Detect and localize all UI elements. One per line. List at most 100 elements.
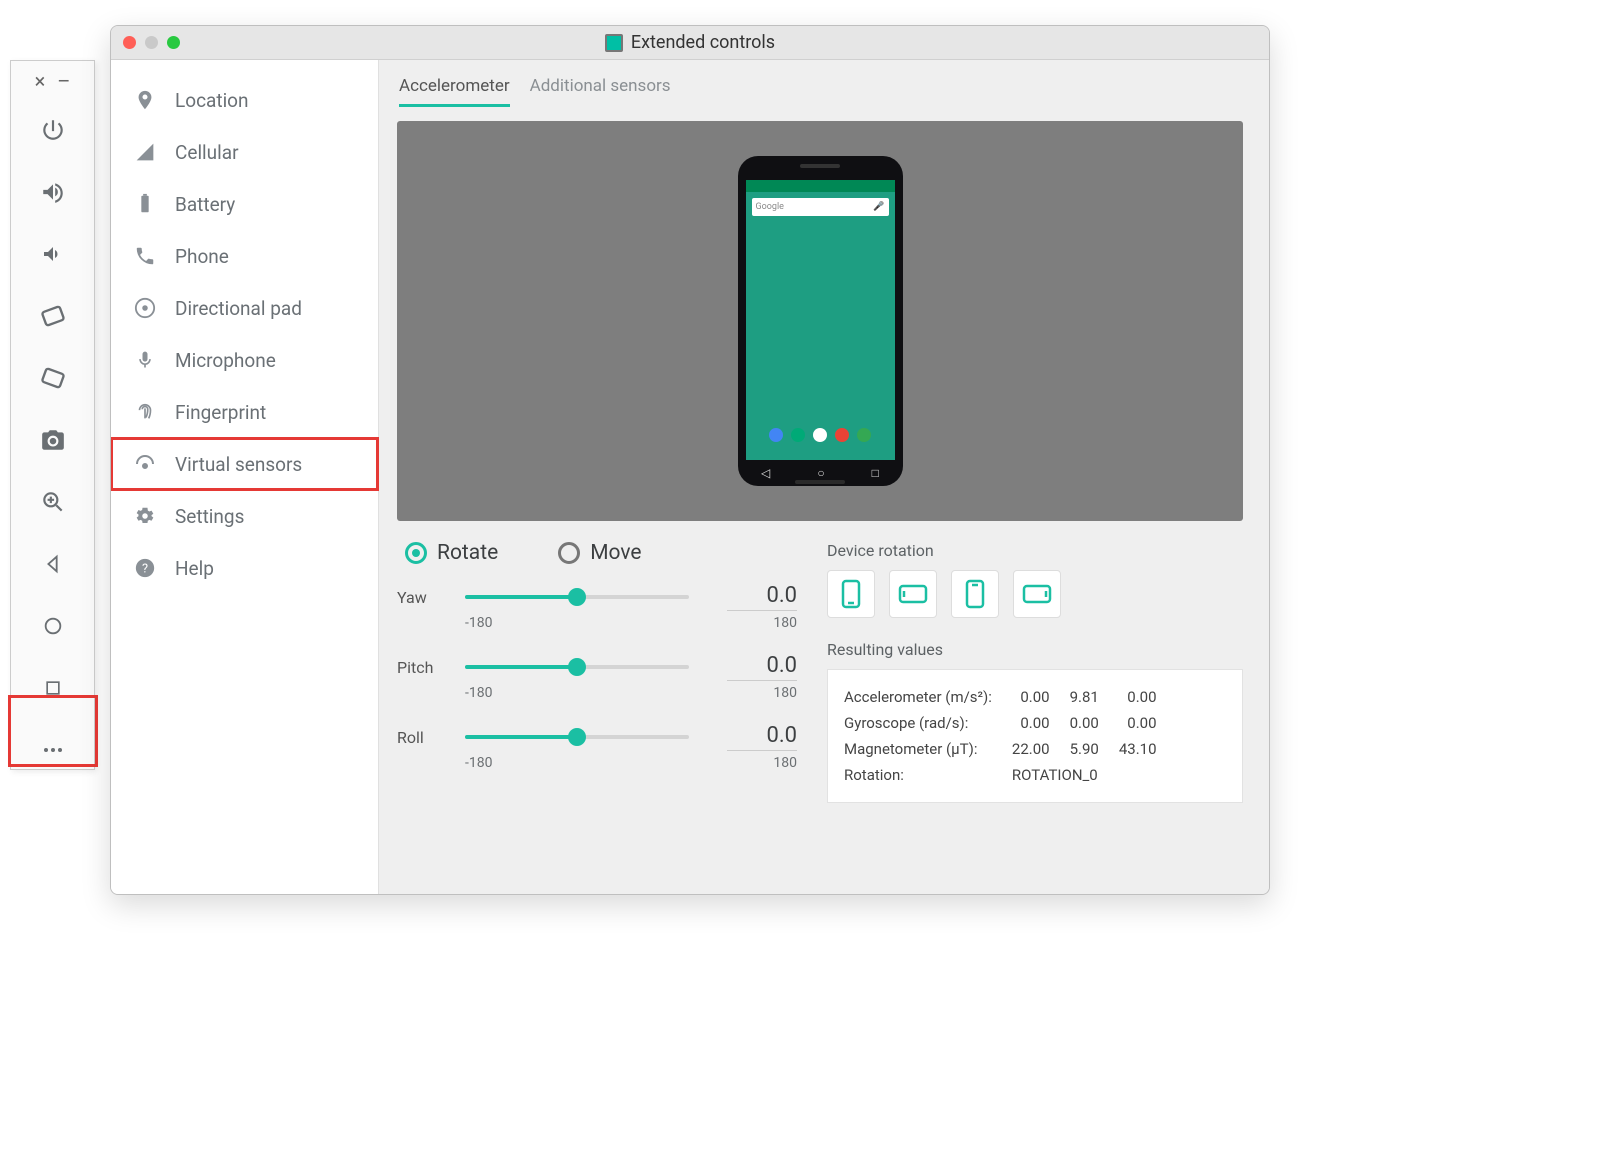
result-value: 0.00 <box>1060 710 1109 736</box>
sensors-icon <box>133 452 157 476</box>
result-row-accel: Accelerometer (m/s²):0.009.810.00 <box>844 684 1167 710</box>
sidebar-item-phone[interactable]: Phone <box>111 230 378 282</box>
tab-additional-sensors[interactable]: Additional sensors <box>530 76 671 107</box>
sidebar-item-settings[interactable]: Settings <box>111 490 378 542</box>
result-label: Gyroscope (rad/s): <box>844 710 1002 736</box>
volume-up-icon[interactable] <box>38 177 68 207</box>
sidebar-item-location[interactable]: Location <box>111 74 378 126</box>
power-icon[interactable] <box>38 115 68 145</box>
slider-label: Roll <box>397 728 447 747</box>
sidebar-item-label: Battery <box>175 193 235 216</box>
slider-thumb[interactable] <box>568 588 586 606</box>
slider-track[interactable] <box>465 665 689 669</box>
orientation-portrait-button[interactable] <box>827 570 875 618</box>
result-row-gyro: Gyroscope (rad/s):0.000.000.00 <box>844 710 1167 736</box>
device-mockup[interactable]: Google🎤 ◁○□ <box>738 156 903 486</box>
slider-track[interactable] <box>465 595 689 599</box>
slider-label: Yaw <box>397 588 447 607</box>
phone-handset-icon <box>133 244 157 268</box>
slider-pitch: Pitch 0.0 -180 180 <box>397 653 797 701</box>
main-panel: Accelerometer Additional sensors Google🎤 <box>379 60 1269 894</box>
resulting-values-panel: Accelerometer (m/s²):0.009.810.00 Gyrosc… <box>827 669 1243 803</box>
result-value: 5.90 <box>1060 736 1109 762</box>
slider-track[interactable] <box>465 735 689 739</box>
sidebar-item-label: Phone <box>175 245 229 268</box>
result-value: 22.00 <box>1002 736 1060 762</box>
sidebar-item-microphone[interactable]: Microphone <box>111 334 378 386</box>
orientation-portrait-reverse-button[interactable] <box>951 570 999 618</box>
slider-value[interactable]: 0.0 <box>727 723 797 751</box>
result-label: Magnetometer (µT): <box>844 736 1002 762</box>
app-icon <box>605 34 623 52</box>
tab-accelerometer[interactable]: Accelerometer <box>399 76 510 107</box>
rotate-left-icon[interactable] <box>38 301 68 331</box>
slider-value[interactable]: 0.0 <box>727 653 797 681</box>
slider-max: 180 <box>773 755 797 771</box>
window-minimize-icon[interactable] <box>145 36 158 49</box>
sidebar-item-label: Directional pad <box>175 297 302 320</box>
sidebar-item-label: Virtual sensors <box>175 453 302 476</box>
slider-max: 180 <box>773 685 797 701</box>
slider-thumb[interactable] <box>568 728 586 746</box>
sidebar-item-label: Microphone <box>175 349 276 372</box>
orientation-landscape-right-button[interactable] <box>1013 570 1061 618</box>
radio-dot-icon <box>405 542 427 564</box>
sidebar-item-fingerprint[interactable]: Fingerprint <box>111 386 378 438</box>
slider-yaw: Yaw 0.0 -180180 <box>397 583 797 631</box>
slider-label: Pitch <box>397 658 447 677</box>
minimize-icon[interactable]: – <box>57 71 70 91</box>
phone-search-label: Google <box>756 202 784 212</box>
overview-icon[interactable] <box>38 673 68 703</box>
radio-label: Rotate <box>437 541 498 565</box>
more-icon[interactable] <box>38 735 68 765</box>
slider-min: -180 <box>465 755 492 771</box>
help-icon: ? <box>133 556 157 580</box>
slider-min: -180 <box>465 615 492 631</box>
emulator-toolbar: × – <box>10 60 95 770</box>
zoom-icon[interactable] <box>38 487 68 517</box>
device-preview-stage[interactable]: Google🎤 ◁○□ <box>397 121 1243 521</box>
sidebar-item-dpad[interactable]: Directional pad <box>111 282 378 334</box>
home-icon[interactable] <box>38 611 68 641</box>
volume-down-icon[interactable] <box>38 239 68 269</box>
result-row-rotation: Rotation:ROTATION_0 <box>844 762 1167 788</box>
result-value: 0.00 <box>1002 710 1060 736</box>
sidebar-item-label: Location <box>175 89 249 112</box>
sidebar-item-help[interactable]: ? Help <box>111 542 378 594</box>
sidebar-item-label: Cellular <box>175 141 239 164</box>
result-value: 0.00 <box>1109 684 1167 710</box>
extended-controls-window: Extended controls Location Cellular Batt… <box>110 25 1270 895</box>
radio-dot-icon <box>558 542 580 564</box>
window-close-icon[interactable] <box>123 36 136 49</box>
orientation-landscape-left-button[interactable] <box>889 570 937 618</box>
sidebar-item-label: Help <box>175 557 214 580</box>
radio-label: Move <box>590 541 641 565</box>
mic-icon <box>133 348 157 372</box>
result-label: Accelerometer (m/s²): <box>844 684 1002 710</box>
svg-text:?: ? <box>142 562 148 577</box>
resulting-values-heading: Resulting values <box>827 640 1243 659</box>
location-icon <box>133 88 157 112</box>
sidebar-item-cellular[interactable]: Cellular <box>111 126 378 178</box>
radio-move[interactable]: Move <box>558 541 641 565</box>
rotate-right-icon[interactable] <box>38 363 68 393</box>
result-value: 0.00 <box>1109 710 1167 736</box>
sidebar-item-virtual-sensors[interactable]: Virtual sensors <box>111 438 378 490</box>
slider-value[interactable]: 0.0 <box>727 583 797 611</box>
result-value: 43.10 <box>1109 736 1167 762</box>
battery-icon <box>133 192 157 216</box>
titlebar: Extended controls <box>111 26 1269 60</box>
radio-rotate[interactable]: Rotate <box>405 541 498 565</box>
cellular-icon <box>133 140 157 164</box>
result-row-mag: Magnetometer (µT):22.005.9043.10 <box>844 736 1167 762</box>
close-icon[interactable]: × <box>35 71 46 91</box>
window-zoom-icon[interactable] <box>167 36 180 49</box>
back-icon[interactable] <box>38 549 68 579</box>
sidebar-item-label: Settings <box>175 505 244 528</box>
camera-icon[interactable] <box>38 425 68 455</box>
sidebar-item-battery[interactable]: Battery <box>111 178 378 230</box>
slider-min: -180 <box>465 685 492 701</box>
slider-thumb[interactable] <box>568 658 586 676</box>
sidebar: Location Cellular Battery Phone Directio… <box>111 60 379 894</box>
result-value: ROTATION_0 <box>1002 762 1167 788</box>
